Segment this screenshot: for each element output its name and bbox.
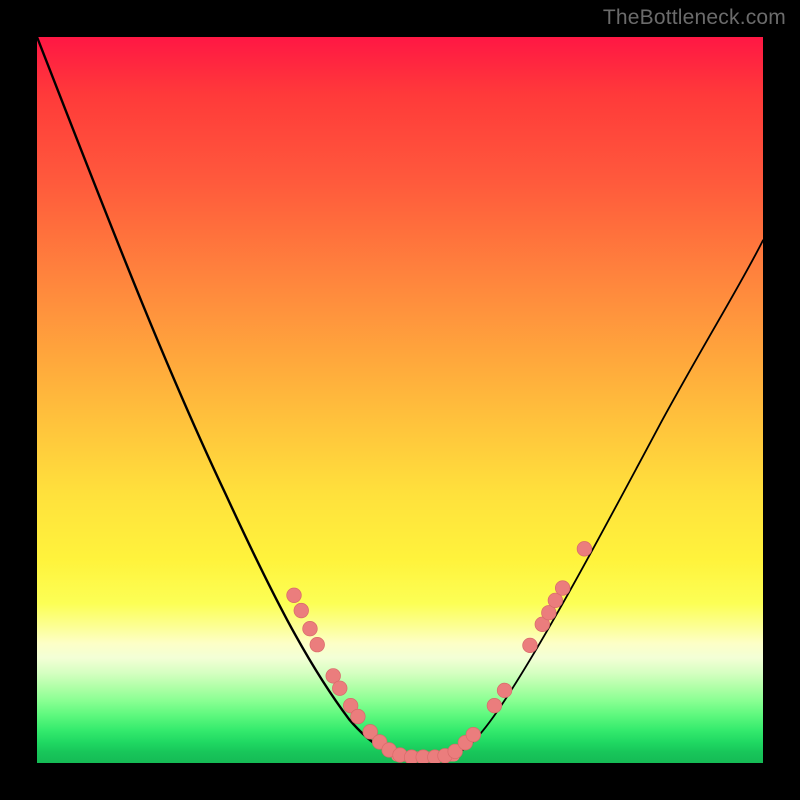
marker-dot [523, 638, 538, 653]
plot-area [37, 37, 763, 763]
marker-dot [555, 581, 570, 596]
markers-group [287, 542, 592, 763]
marker-dot [466, 727, 481, 742]
bottleneck-curve-right [447, 240, 763, 756]
marker-dot [294, 603, 309, 618]
marker-dot [332, 681, 347, 696]
marker-dot [287, 588, 302, 603]
marker-dot [487, 698, 502, 713]
curve-group [37, 37, 763, 763]
curve-svg [37, 37, 763, 763]
marker-dot [577, 542, 592, 557]
marker-dot [310, 637, 325, 652]
chart-frame: TheBottleneck.com [0, 0, 800, 800]
marker-dot [351, 709, 366, 724]
marker-dot [497, 683, 512, 698]
watermark-text: TheBottleneck.com [603, 6, 786, 30]
bottleneck-curve-left [37, 37, 404, 756]
marker-dot [303, 621, 318, 636]
